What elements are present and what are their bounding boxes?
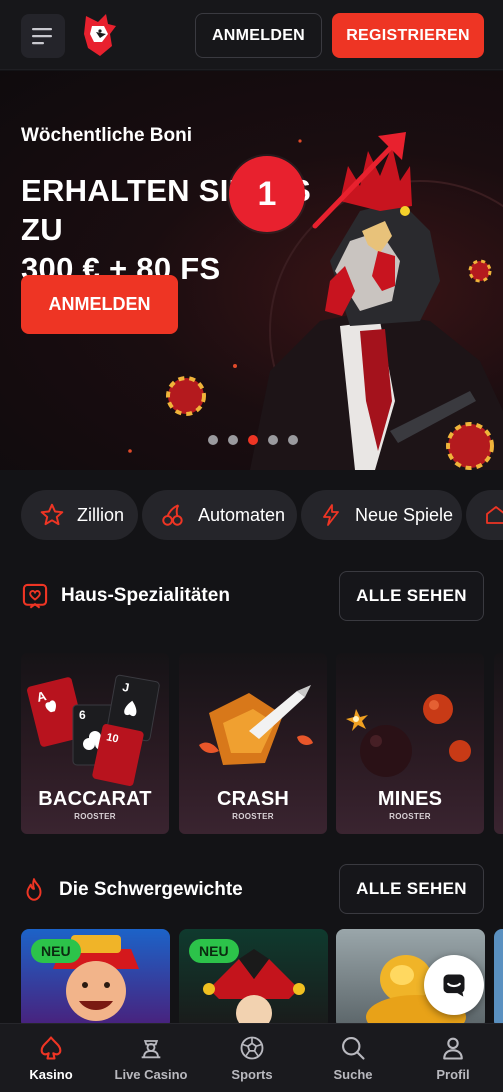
nav-label: Sports — [231, 1067, 273, 1082]
nav-label: Profil — [436, 1067, 470, 1082]
category-chips: Zillion Automaten Neue Spiele — [21, 490, 503, 540]
chip-label: Automaten — [198, 504, 286, 525]
nav-live-casino[interactable]: Live Casino — [101, 1024, 201, 1092]
hamburger-icon — [32, 28, 52, 45]
carousel-dots — [208, 435, 298, 445]
chip-zillion[interactable]: Zillion — [21, 490, 138, 540]
new-badge: NEU — [31, 939, 81, 963]
chat-icon — [443, 974, 465, 997]
carousel-dot[interactable] — [208, 435, 218, 445]
carousel-dot[interactable] — [268, 435, 278, 445]
flame-icon — [26, 878, 42, 901]
nav-label: Kasino — [29, 1067, 73, 1082]
login-button[interactable]: ANMELDEN — [195, 13, 322, 58]
nav-search[interactable]: Suche — [303, 1024, 403, 1092]
promo-banner[interactable]: Wöchentliche Boni ERHALTEN SIE BIS ZU 30… — [0, 71, 503, 470]
game-provider: ROOSTER — [232, 812, 274, 821]
svg-text:6: 6 — [79, 708, 86, 722]
section-title-text: Haus-Spezialitäten — [61, 585, 230, 606]
game-card-partial[interactable] — [494, 929, 503, 1029]
chip-automaten[interactable]: Automaten — [142, 490, 297, 540]
game-card-fortune[interactable]: NEU — [21, 929, 170, 1029]
game-name: MINES — [377, 788, 443, 810]
promo-login-button[interactable]: ANMELDEN — [21, 275, 178, 334]
home-icon — [486, 506, 503, 524]
carousel-dot-active[interactable] — [248, 435, 258, 445]
carousel-dot[interactable] — [228, 435, 238, 445]
nav-kasino[interactable]: Kasino — [1, 1024, 101, 1092]
cherries-icon — [162, 504, 183, 526]
game-provider: ROOSTER — [389, 812, 431, 821]
chip-label: Neue Spiele — [355, 504, 454, 525]
menu-button[interactable] — [21, 14, 65, 58]
nav-label: Live Casino — [114, 1067, 188, 1082]
see-all-specials-button[interactable]: ALLE SEHEN — [339, 571, 484, 621]
chip-neue-spiele[interactable]: Neue Spiele — [301, 490, 462, 540]
section-title-specials: Haus-Spezialitäten — [21, 582, 230, 610]
live-chat-button[interactable] — [424, 955, 484, 1015]
top-header: ANMELDEN REGISTRIEREN — [0, 0, 503, 70]
see-all-heavyweights-button[interactable]: ALLE SEHEN — [339, 864, 484, 914]
game-card-mines[interactable]: MINES ROOSTER — [336, 653, 484, 834]
user-icon — [443, 1037, 463, 1060]
star-icon — [40, 503, 64, 526]
promo-subtitle: Wöchentliche Boni — [21, 125, 192, 146]
game-card-crash[interactable]: CRASH ROOSTER — [179, 653, 327, 834]
mines-bomb-art — [346, 694, 471, 777]
pointer-arrow — [312, 132, 406, 229]
soccer-ball-icon — [240, 1036, 264, 1060]
game-card-partial[interactable] — [494, 653, 503, 834]
dealer-icon — [141, 1040, 161, 1059]
game-name: CRASH — [216, 788, 290, 810]
game-card-jester[interactable]: NEU — [179, 929, 328, 1029]
game-card-baccarat[interactable]: A 6 J 10 BACCARAT ROOSTER — [21, 653, 169, 834]
register-button[interactable]: REGISTRIEREN — [332, 13, 484, 58]
section-title-heavyweights: Die Schwergewichte — [21, 876, 243, 904]
nav-sports[interactable]: Sports — [202, 1024, 302, 1092]
heart-badge-icon — [22, 583, 48, 609]
bottom-navigation: Kasino Live Casino Sports Suche Profil — [0, 1023, 503, 1092]
rooster-logo[interactable] — [78, 12, 118, 58]
search-icon — [342, 1037, 365, 1060]
chip-more[interactable] — [466, 490, 503, 540]
crash-rocket-art — [199, 685, 313, 765]
nav-profile[interactable]: Profil — [403, 1024, 503, 1092]
game-provider: ROOSTER — [74, 812, 116, 821]
new-badge: NEU — [189, 939, 239, 963]
lightning-icon — [323, 504, 339, 526]
svg-text:10: 10 — [105, 731, 119, 745]
carousel-dot[interactable] — [288, 435, 298, 445]
nav-label: Suche — [333, 1067, 373, 1082]
spade-icon — [40, 1036, 62, 1060]
chip-label: Zillion — [77, 504, 125, 525]
game-name: BACCARAT — [38, 788, 152, 810]
step-number-badge: 1 — [229, 156, 305, 232]
baccarat-cards-art: A 6 J 10 — [27, 674, 160, 787]
section-title-text: Die Schwergewichte — [59, 879, 243, 900]
